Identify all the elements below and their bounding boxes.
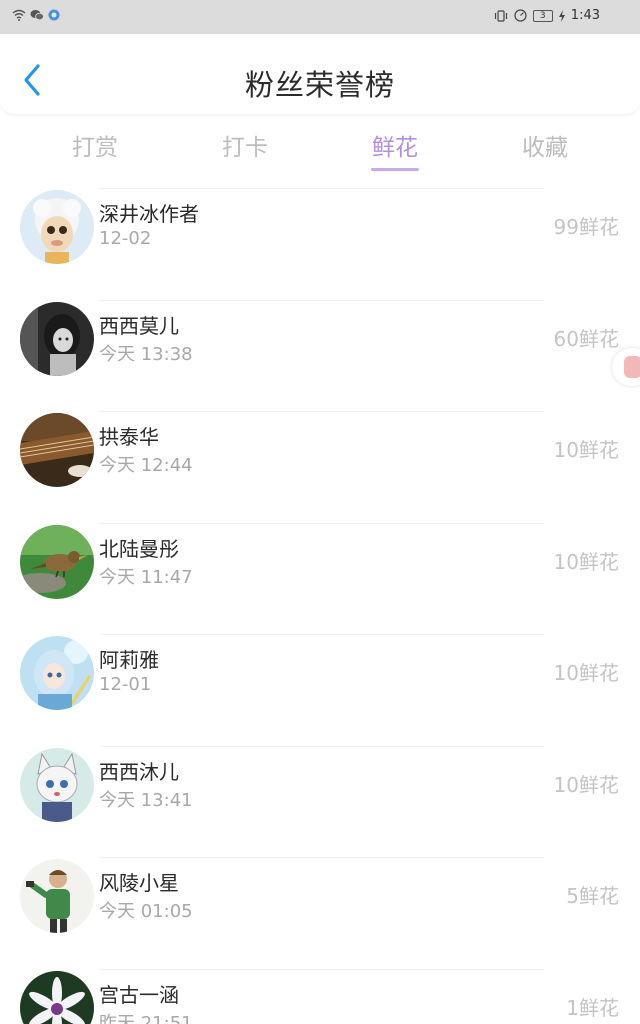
chat-bubble-icon bbox=[624, 356, 640, 378]
fan-time: 12-02 bbox=[99, 228, 152, 249]
wifi-icon bbox=[12, 9, 26, 21]
list-item[interactable]: 西西沐儿 今天 13:41 10鲜花 bbox=[0, 736, 640, 848]
tab-bar: 打赏 打卡 鲜花 收藏 bbox=[0, 120, 640, 176]
clock: 1:43 bbox=[570, 8, 600, 23]
flower-count: 60鲜花 bbox=[553, 326, 619, 351]
fan-name: 西西莫儿 bbox=[99, 313, 179, 338]
flower-count: 99鲜花 bbox=[553, 215, 619, 239]
list-item[interactable]: 西西莫儿 今天 13:38 60鲜花 bbox=[0, 290, 640, 402]
vibrate-icon bbox=[494, 9, 507, 22]
bird-avatar-icon bbox=[20, 524, 94, 599]
tab-favorites[interactable]: 收藏 bbox=[495, 128, 595, 162]
fan-time: 今天 11:47 bbox=[99, 566, 193, 588]
fan-time: 12-01 bbox=[99, 674, 152, 695]
fan-name: 西西沐儿 bbox=[99, 759, 179, 784]
guqin-avatar-icon bbox=[20, 413, 94, 487]
flower-count: 5鲜花 bbox=[566, 884, 619, 908]
fan-time: 今天 01:05 bbox=[99, 901, 193, 922]
tab-flowers[interactable]: 鲜花 bbox=[345, 128, 445, 171]
flower-count: 10鲜花 bbox=[553, 438, 619, 462]
fan-name: 深井冰作者 bbox=[99, 202, 199, 226]
tab-flowers-label: 鲜花 bbox=[372, 135, 418, 161]
fan-name: 北陆曼彤 bbox=[99, 536, 179, 561]
speed-icon bbox=[514, 9, 527, 22]
sheep-avatar-icon bbox=[20, 190, 94, 264]
fan-time: 今天 13:41 bbox=[99, 789, 193, 811]
flower-count: 10鲜花 bbox=[553, 549, 619, 574]
flower-avatar-icon bbox=[20, 970, 94, 1024]
app-notification-icon bbox=[48, 9, 60, 21]
list-item[interactable]: 宫古一涵 昨天 21:51 1鲜花 bbox=[0, 959, 640, 1024]
fan-name: 拱泰华 bbox=[99, 425, 159, 449]
fan-ranking-list: 深井冰作者 12-02 99鲜花 西西莫儿 今天 13:38 60鲜花 拱泰华 … bbox=[0, 178, 640, 1024]
avatar bbox=[20, 301, 94, 376]
tab-tip[interactable]: 打赏 bbox=[45, 128, 145, 162]
active-tab-indicator bbox=[371, 168, 419, 171]
list-item[interactable]: 深井冰作者 12-02 99鲜花 bbox=[0, 178, 640, 290]
avatar bbox=[20, 747, 94, 822]
girl-avatar-icon bbox=[20, 301, 94, 376]
status-bar: 3 1:43 bbox=[0, 0, 640, 34]
avatar bbox=[20, 970, 94, 1024]
list-item[interactable]: 阿莉雅 12-01 10鲜花 bbox=[0, 624, 640, 736]
fan-time: 今天 12:44 bbox=[99, 455, 193, 476]
header: 粉丝荣誉榜 bbox=[0, 34, 640, 114]
fan-name: 宫古一涵 bbox=[99, 982, 179, 1007]
fan-time: 昨天 21:51 bbox=[99, 1012, 193, 1024]
flower-count: 10鲜花 bbox=[553, 772, 619, 797]
list-item[interactable]: 拱泰华 今天 12:44 10鲜花 bbox=[0, 401, 640, 513]
flower-count: 1鲜花 bbox=[566, 995, 619, 1020]
fan-name: 阿莉雅 bbox=[99, 648, 159, 672]
fan-time: 今天 13:38 bbox=[99, 343, 193, 365]
person-avatar-icon bbox=[20, 859, 94, 933]
wechat-icon bbox=[30, 10, 44, 21]
anime-girl-avatar-icon bbox=[20, 636, 94, 710]
avatar bbox=[20, 413, 94, 487]
avatar bbox=[20, 190, 94, 264]
avatar bbox=[20, 859, 94, 933]
tab-checkin[interactable]: 打卡 bbox=[195, 128, 295, 162]
fan-name: 风陵小星 bbox=[99, 871, 179, 895]
battery-icon: 3 bbox=[532, 9, 553, 22]
wolf-boy-avatar-icon bbox=[20, 747, 94, 822]
avatar bbox=[20, 524, 94, 599]
list-item[interactable]: 风陵小星 今天 01:05 5鲜花 bbox=[0, 847, 640, 959]
flower-count: 10鲜花 bbox=[553, 661, 619, 685]
list-item[interactable]: 北陆曼彤 今天 11:47 10鲜花 bbox=[0, 513, 640, 625]
avatar bbox=[20, 636, 94, 710]
page-title: 粉丝荣誉榜 bbox=[244, 68, 395, 102]
charging-icon bbox=[558, 9, 565, 22]
